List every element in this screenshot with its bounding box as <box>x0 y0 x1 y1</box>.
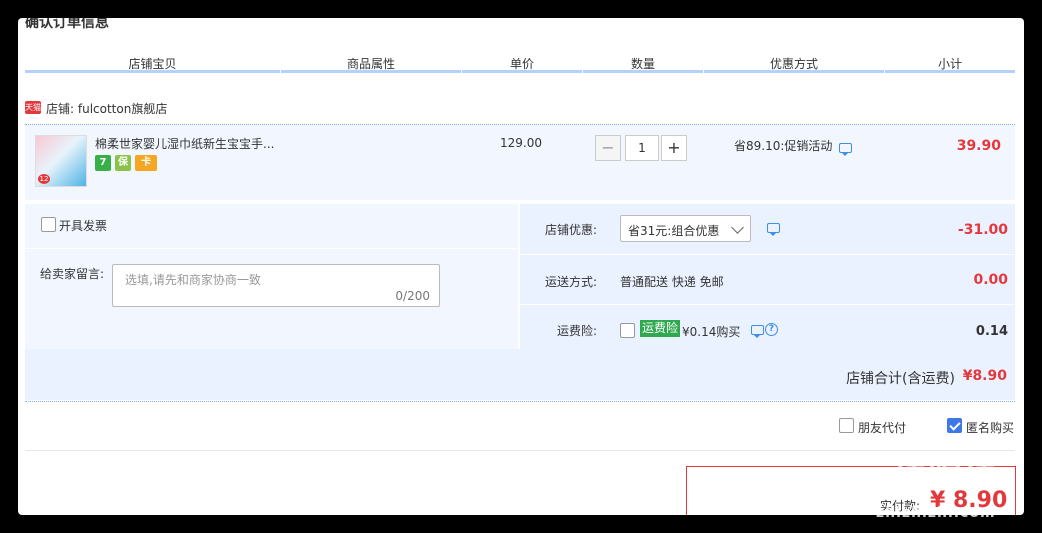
header-underline <box>583 70 703 73</box>
shipping-method: 普通配送 快递 免邮 <box>620 275 724 289</box>
shop-discount-amount: -31.00 <box>957 222 1008 238</box>
friend-pay-checkbox[interactable] <box>839 418 854 433</box>
promotion-text: 省89.10:促销活动 <box>734 139 833 153</box>
chat-icon[interactable] <box>839 143 852 156</box>
shop-total-value: ¥8.90 <box>962 368 1007 384</box>
seven-day-return-icon[interactable]: 7 <box>95 155 111 171</box>
friend-pay-label: 朋友代付 <box>858 421 907 435</box>
message-placeholder: 选填,请先和商家协商一致 <box>125 273 261 287</box>
insurance-tag: 运费险 <box>640 320 681 337</box>
help-icon[interactable]: ? <box>765 323 778 336</box>
divider <box>518 204 520 349</box>
divider <box>25 450 1015 451</box>
header-underline <box>281 70 461 73</box>
message-label: 给卖家留言: <box>40 267 105 281</box>
quantity-decrease-button[interactable]: − <box>595 135 621 161</box>
invoice-checkbox[interactable] <box>41 217 56 232</box>
item-row: 12 棉柔世家婴儿湿巾纸新生宝宝手... 7 保 卡 129.00 − 1 + … <box>25 124 1015 200</box>
item-subtotal: 39.90 <box>956 138 1001 154</box>
product-thumbnail[interactable]: 12 <box>35 135 87 187</box>
shipping-label: 运送方式: <box>545 275 598 289</box>
shop-discount-select[interactable]: 省31元:组合优惠 <box>620 215 751 242</box>
invoice-label: 开具发票 <box>59 219 108 233</box>
divider <box>520 304 1015 305</box>
watermark-logo: 值得值 <box>894 456 999 496</box>
insurance-amount: 0.14 <box>975 324 1008 339</box>
quantity-input[interactable]: 1 <box>625 135 659 161</box>
divider <box>520 254 1015 255</box>
insurance-price: ¥0.14购买 <box>682 325 741 339</box>
guarantee-icon[interactable]: 保 <box>115 155 131 171</box>
product-name-link[interactable]: 棉柔世家婴儿湿巾纸新生宝宝手... <box>95 135 274 152</box>
tmall-badge-icon: 天猫 <box>25 101 41 114</box>
seller-message-input[interactable]: 选填,请先和商家协商一致 0/200 <box>112 264 440 307</box>
credit-card-icon[interactable]: 卡 <box>135 155 157 171</box>
page-title: 确认订单信息 <box>25 18 109 31</box>
chat-icon[interactable] <box>767 223 780 236</box>
shipping-amount: 0.00 <box>973 272 1008 288</box>
watermark-url: zhizhizhi.com <box>876 505 996 521</box>
insurance-label: 运费险: <box>557 324 598 338</box>
shop-total-label: 店铺合计(含运费) <box>846 371 955 387</box>
unit-price: 129.00 <box>500 136 542 150</box>
insurance-checkbox[interactable] <box>620 323 635 338</box>
header-underline <box>25 70 280 73</box>
shop-name-link[interactable]: 店铺: fulcotton旗舰店 <box>46 100 167 117</box>
divider <box>25 248 518 249</box>
order-options: 开具发票 给卖家留言: 选填,请先和商家协商一致 0/200 店铺优惠: 省31… <box>25 204 1015 400</box>
quantity-increase-button[interactable]: + <box>661 135 687 161</box>
anonymous-purchase-checkbox[interactable] <box>947 418 962 433</box>
order-panel: 确认订单信息 店铺宝贝 商品属性 单价 数量 优惠方式 小计 天猫 店铺: fu… <box>18 18 1024 515</box>
divider <box>25 401 1015 402</box>
thumbnail-tag: 12 <box>38 174 50 184</box>
shop-discount-label: 店铺优惠: <box>545 223 598 237</box>
message-char-count: 0/200 <box>395 289 430 303</box>
shop-discount-value: 省31元:组合优惠 <box>628 224 720 238</box>
header-underline <box>885 70 1015 73</box>
header-underline <box>704 70 884 73</box>
chat-icon[interactable] <box>751 325 764 338</box>
chevron-down-icon <box>731 221 744 234</box>
anonymous-purchase-label: 匿名购买 <box>966 421 1015 435</box>
header-underline <box>462 70 582 73</box>
